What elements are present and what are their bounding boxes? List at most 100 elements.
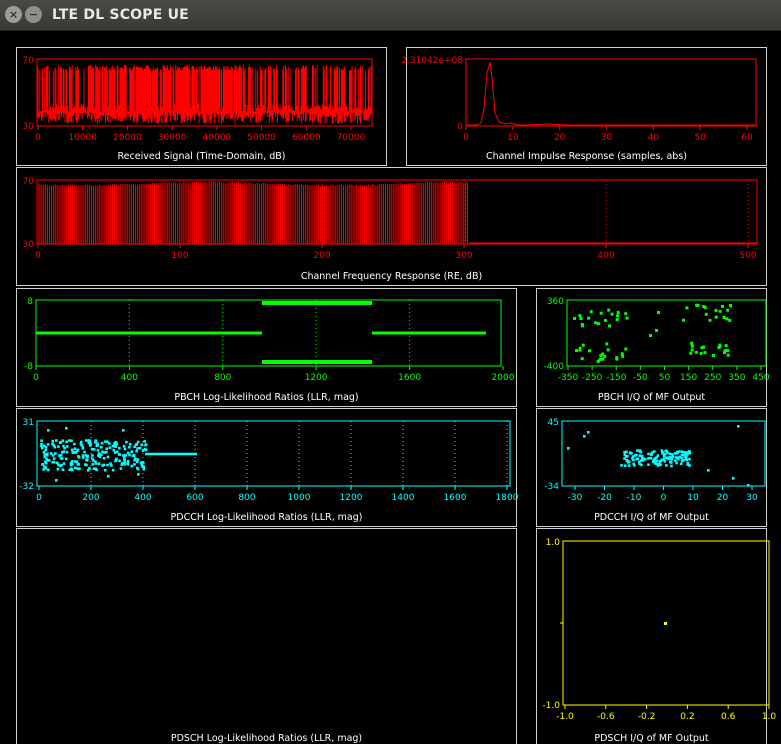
pdcch-llr-point — [138, 446, 142, 450]
pdcch-llr-point — [90, 447, 94, 451]
pdsch-iq-ylabel-top: 1.0 — [546, 538, 561, 548]
pdcch-iq-point — [650, 452, 653, 456]
pbch-iq-xtick-label: 50 — [659, 373, 671, 383]
pdcch-iq-point — [655, 459, 659, 463]
pbch-iq-plot-frame — [566, 299, 767, 367]
pbch-iq-point — [624, 312, 628, 316]
pdcch-llr-point — [73, 447, 77, 450]
pdcch-llr-point — [136, 447, 139, 450]
pbch-iq-point — [724, 344, 728, 348]
impulse-response-plot: 2.31042e+08 00 10 20 30 40 50 60 — [401, 56, 757, 143]
impulse-response-panel: 2.31042e+08 0 0 10 20 30 40 50 60 Channel Impuls… — [401, 47, 767, 166]
pdcch-llr-point — [88, 444, 92, 447]
pbch-iq-xtick-label: -150 — [606, 373, 627, 383]
pdcch-iq-point — [659, 459, 662, 463]
pdcch-llr-point — [65, 440, 68, 444]
pdcch-iq-point — [641, 459, 645, 462]
pdcch-iq-point — [670, 453, 674, 456]
close-window-button[interactable]: × — [5, 6, 22, 23]
pdcch-iq-point — [666, 451, 669, 454]
pbch-iq-point — [718, 309, 722, 313]
pdcch-llr-point — [130, 464, 134, 468]
pbch-iq-point — [587, 316, 591, 320]
pdsch-iq-xtick-label: -0.2 — [638, 712, 656, 722]
impulse-response-trace — [467, 61, 755, 126]
pdcch-iq-ylabel-top: 45 — [548, 418, 559, 428]
pdcch-llr-point — [76, 463, 80, 466]
received-ylabel-bottom: 30 — [23, 122, 35, 132]
pbch-iq-point — [594, 321, 598, 325]
pbch-iq-point — [598, 358, 602, 361]
pbch-iq-point — [620, 352, 624, 356]
pdcch-llr-point — [69, 463, 73, 467]
pbch-iq-point — [616, 314, 620, 318]
pdcch-iq-point — [647, 463, 650, 466]
pbch-iq-point — [726, 349, 730, 353]
pbch-iq-xtick-label: -350 — [558, 373, 579, 383]
pbch-iq-point — [588, 349, 591, 353]
freq-xtick-label: 100 — [171, 251, 188, 261]
pdcch-iq-point — [647, 457, 650, 460]
pdcch-llr-point — [62, 444, 65, 448]
pdcch-iq-point — [737, 425, 740, 428]
close-icon: × — [8, 8, 19, 21]
pdcch-llr-point — [42, 451, 46, 454]
pdcch-llr-point — [68, 468, 72, 472]
pbch-iq-point — [689, 351, 693, 355]
impulse-xtick-label: 0 — [463, 133, 469, 143]
minimize-window-button[interactable]: − — [25, 6, 42, 23]
pdcch-iq-point — [640, 454, 644, 458]
pdcch-llr-point — [40, 439, 43, 442]
pdcch-iq-point — [671, 455, 675, 458]
pdcch-llr-point — [71, 460, 74, 463]
pdcch-llr-point — [122, 454, 125, 457]
pdcch-iq-point — [587, 431, 590, 434]
pbch-llr-plot: 8 -80 400 800 1200 1600 2000 — [24, 297, 515, 383]
pdcch-llr-point — [77, 456, 81, 459]
pdcch-iq-point — [653, 462, 657, 465]
pbch-iq-point — [649, 334, 652, 337]
window-titlebar[interactable]: × − LTE DL SCOPE UE — [0, 0, 781, 31]
received-xtick-label: 40000 — [203, 133, 232, 143]
pbch-iq-point — [581, 343, 585, 347]
pbch-iq-point — [726, 308, 730, 312]
pbch-iq-xtick-label: 350 — [728, 373, 745, 383]
pdsch-iq-point — [664, 622, 667, 625]
pdcch-llr-point — [47, 429, 50, 432]
pbch-iq-point — [578, 346, 582, 350]
pdcch-llr-point — [125, 440, 128, 444]
pdcch-llr-xtick-label: 1400 — [392, 493, 415, 503]
pdcch-iq-point — [624, 464, 627, 467]
pdcch-iq-xtick-label: 20 — [717, 493, 729, 503]
pdcch-llr-caption: PDCCH Log-Likelihood Ratios (LLR, mag) — [170, 512, 363, 523]
pdcch-llr-point — [115, 442, 118, 446]
pdcch-iq-point — [649, 457, 653, 460]
pdcch-llr-point — [128, 442, 132, 446]
pdcch-llr-point — [109, 462, 112, 465]
pdcch-iq-point — [652, 459, 656, 463]
pdsch-iq-xtick-label: -1.0 — [556, 712, 574, 722]
pdcch-iq-plot: 45 -34 -30 -20 -10 0 10 20 30 — [544, 418, 766, 503]
pdcch-iq-point — [632, 458, 635, 462]
pbch-iq-point — [655, 329, 658, 332]
freq-response-caption: Channel Frequency Response (RE, dB) — [300, 271, 483, 282]
pdcch-llr-point — [86, 454, 90, 458]
pdcch-llr-point — [133, 463, 136, 466]
pdcch-llr-point — [54, 452, 57, 455]
pdcch-llr-point — [122, 429, 125, 432]
pbch-iq-point — [608, 324, 611, 328]
pdcch-llr-point — [91, 454, 94, 457]
pdcch-llr-point — [85, 458, 88, 461]
pbch-iq-ylabel-top: 360 — [547, 297, 564, 307]
pdcch-llr-point — [141, 449, 145, 452]
pdcch-llr-plot: 31 -320 200 400 600 800 1000 1200 1400 1600 1800 — [19, 418, 518, 503]
pbch-iq-point — [589, 310, 593, 314]
received-xtick-label: 30000 — [158, 133, 187, 143]
pbch-iq-ylabel-bottom: -400 — [544, 362, 565, 372]
pbch-iq-point — [712, 353, 715, 357]
pdcch-llr-point — [51, 439, 55, 443]
pdcch-iq-point — [638, 450, 642, 453]
pdcch-llr-point — [62, 450, 66, 453]
received-xtick-label: 20000 — [113, 133, 142, 143]
pdcch-llr-point — [118, 446, 121, 450]
